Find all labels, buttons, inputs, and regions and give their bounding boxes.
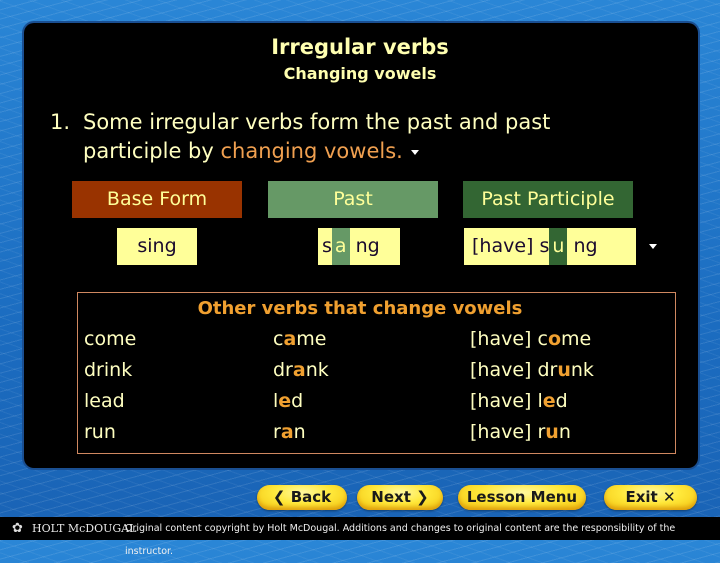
- past-vowel: a: [331, 228, 350, 265]
- pp-vowel: u: [549, 228, 568, 265]
- exit-label: Exit: [625, 488, 658, 506]
- reveal-arrow-icon-2[interactable]: [649, 244, 657, 249]
- past-post: ng: [355, 235, 380, 257]
- example-past-word: s a ng: [318, 228, 400, 265]
- lesson-menu-button[interactable]: Lesson Menu: [458, 485, 586, 510]
- verb-base: run: [84, 421, 116, 443]
- bullet-line-1: Some irregular verbs form the past and p…: [83, 110, 551, 134]
- chevron-right-icon: ❯: [416, 488, 429, 506]
- verb-base: come: [84, 328, 137, 350]
- next-label: Next: [371, 488, 411, 506]
- header-past-participle: Past Participle: [463, 181, 633, 218]
- lesson-menu-label: Lesson Menu: [466, 488, 578, 506]
- verb-past: ran: [273, 421, 306, 443]
- verb-base: drink: [84, 359, 133, 381]
- verb-past: led: [273, 390, 304, 412]
- pp-post: ng: [573, 235, 598, 257]
- bullet-point: 1. Some irregular verbs form the past and…: [50, 108, 670, 166]
- reveal-arrow-icon[interactable]: [410, 149, 419, 155]
- verb-pp: [have] run: [470, 421, 571, 443]
- back-label: Back: [290, 488, 332, 506]
- other-verbs-title: Other verbs that change vowels: [197, 298, 523, 319]
- verb-pp: [have] led: [470, 390, 568, 412]
- bullet-number: 1.: [50, 110, 71, 134]
- header-past: Past: [268, 181, 438, 218]
- pp-pre: [have] s: [472, 235, 550, 257]
- verb-base: lead: [84, 390, 125, 412]
- verb-row: drink drank [have] drunk: [0, 359, 720, 389]
- footer-brand: HOLT McDOUGAL: [32, 522, 137, 535]
- chevron-left-icon: ❮: [272, 488, 286, 506]
- close-icon: ✕: [662, 488, 676, 506]
- footer-bar: ✿ HOLT McDOUGAL Original content copyrig…: [0, 517, 720, 557]
- verb-pp: [have] come: [470, 328, 592, 350]
- footer-copyright: Original content copyright by Holt McDou…: [125, 523, 676, 557]
- holt-logo-icon: ✿: [12, 521, 23, 536]
- header-base-form: Base Form: [72, 181, 242, 218]
- verb-past: drank: [273, 359, 329, 381]
- past-pre: s: [322, 235, 332, 257]
- verb-row: come came [have] come: [0, 328, 720, 358]
- page-title: Irregular verbs: [271, 35, 449, 59]
- next-button[interactable]: Next ❯: [357, 485, 443, 510]
- exit-button[interactable]: Exit ✕: [604, 485, 697, 510]
- verb-past: came: [273, 328, 327, 350]
- verb-row: lead led [have] led: [0, 390, 720, 420]
- page-subtitle: Changing vowels: [283, 64, 437, 83]
- back-button[interactable]: ❮ Back: [257, 485, 347, 510]
- verb-pp: [have] drunk: [470, 359, 594, 381]
- bullet-line-2-prefix: participle by: [83, 139, 221, 163]
- example-base-word: sing: [117, 228, 197, 265]
- example-pp-word: [have] s u ng: [464, 228, 636, 265]
- verb-row: run ran [have] run: [0, 421, 720, 451]
- bullet-highlight: changing vowels.: [220, 139, 403, 163]
